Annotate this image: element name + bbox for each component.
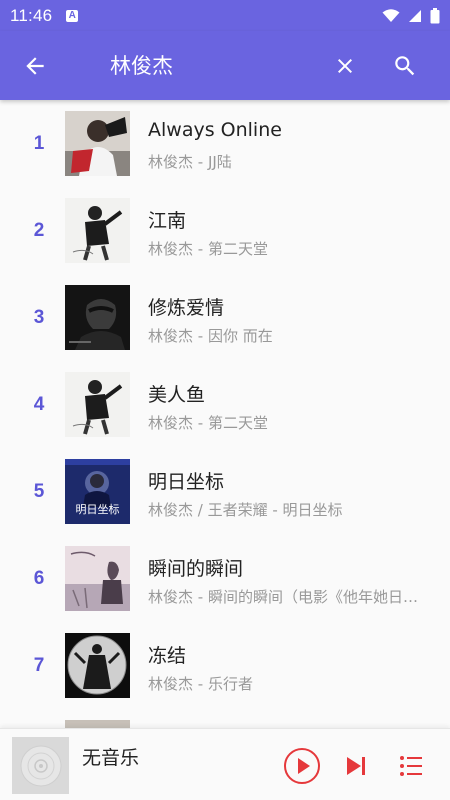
album-cover xyxy=(65,111,130,176)
song-title: Always Online xyxy=(148,119,282,141)
notification-a-icon: A xyxy=(66,9,79,22)
song-index: 6 xyxy=(33,568,45,589)
song-list[interactable]: 1 Always Online 林俊杰 - JJ陆 2 江南 林俊杰 - 第二天… xyxy=(0,100,450,734)
back-arrow-icon[interactable] xyxy=(22,53,48,79)
song-index: 4 xyxy=(33,394,45,415)
song-index: 7 xyxy=(33,655,45,676)
search-query-title: 林俊杰 xyxy=(110,54,173,78)
album-cover xyxy=(65,198,130,263)
search-icon[interactable] xyxy=(392,53,418,79)
signal-icon xyxy=(409,9,421,22)
song-row[interactable]: 3 修炼爱情 林俊杰 - 因你 而在 xyxy=(0,274,450,361)
app-bar: 林俊杰 xyxy=(0,31,450,100)
status-bar: 11:46 A xyxy=(0,0,450,31)
album-cover xyxy=(65,633,130,698)
song-row[interactable]: 6 瞬间的瞬间 林俊杰 - 瞬间的瞬间（电影《他年她日》主题曲） xyxy=(0,535,450,622)
song-subtitle: 林俊杰 - 第二天堂 xyxy=(148,414,268,432)
close-icon[interactable] xyxy=(333,54,357,78)
mini-player[interactable]: 无音乐 xyxy=(0,728,450,800)
song-subtitle: 林俊杰 - 乐行者 xyxy=(148,675,253,693)
battery-icon xyxy=(430,7,440,23)
album-cover: 明日坐标 xyxy=(65,459,130,524)
song-subtitle: 林俊杰 / 王者荣耀 - 明日坐标 xyxy=(148,501,343,519)
song-title: 冻结 xyxy=(148,645,187,667)
song-subtitle: 林俊杰 - 第二天堂 xyxy=(148,240,268,258)
skip-next-icon[interactable] xyxy=(343,753,369,779)
player-title: 无音乐 xyxy=(82,747,140,769)
disc-icon xyxy=(20,745,61,786)
status-icons xyxy=(382,7,440,24)
wifi-icon xyxy=(382,8,400,22)
player-cover xyxy=(12,737,69,794)
play-icon[interactable] xyxy=(283,747,321,785)
song-title: 瞬间的瞬间 xyxy=(148,558,244,580)
song-row[interactable]: 4 美人鱼 林俊杰 - 第二天堂 xyxy=(0,361,450,448)
status-time: 11:46 xyxy=(10,5,53,25)
song-title: 美人鱼 xyxy=(148,384,206,406)
song-row[interactable]: 2 江南 林俊杰 - 第二天堂 xyxy=(0,187,450,274)
song-index: 5 xyxy=(33,481,45,502)
song-title: 江南 xyxy=(148,210,187,232)
song-title: 修炼爱情 xyxy=(148,297,225,319)
album-cover xyxy=(65,285,130,350)
song-subtitle: 林俊杰 - 瞬间的瞬间（电影《他年她日》主题曲） xyxy=(148,588,428,606)
album-cover xyxy=(65,546,130,611)
song-row[interactable]: 1 Always Online 林俊杰 - JJ陆 xyxy=(0,100,450,187)
song-index: 1 xyxy=(33,133,45,154)
song-subtitle: 林俊杰 - JJ陆 xyxy=(148,153,232,171)
song-subtitle: 林俊杰 - 因你 而在 xyxy=(148,327,273,345)
song-row[interactable]: 5 明日坐标 明日坐标 林俊杰 / 王者荣耀 - 明日坐标 xyxy=(0,448,450,535)
song-row[interactable]: 7 冻结 林俊杰 - 乐行者 xyxy=(0,622,450,709)
song-index: 3 xyxy=(33,307,45,328)
song-index: 2 xyxy=(33,220,45,241)
playlist-icon[interactable] xyxy=(398,753,424,779)
song-title: 明日坐标 xyxy=(148,471,225,493)
album-cover xyxy=(65,372,130,437)
album-cover-text: 明日坐标 xyxy=(75,503,120,516)
